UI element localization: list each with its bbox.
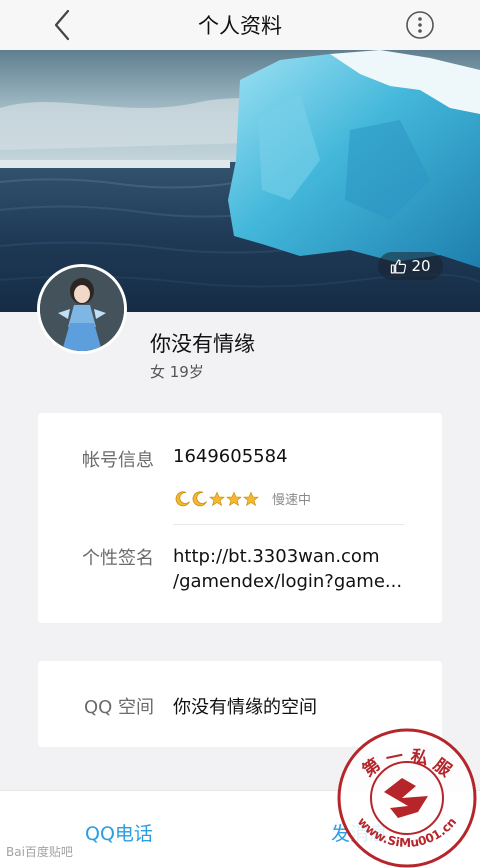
qq-space-label: QQ 空间 <box>83 697 154 718</box>
account-label: 帐号信息 <box>82 450 154 471</box>
avatar-image <box>40 267 124 351</box>
account-number[interactable]: 1649605584 <box>173 446 288 467</box>
level-status: 慢速中 <box>272 493 312 508</box>
more-button[interactable] <box>405 10 435 40</box>
baidu-watermark: Bai百度贴吧 <box>6 845 73 859</box>
profile-name: 你没有情缘 <box>150 332 255 356</box>
like-count: 20 <box>411 257 431 275</box>
profile-gender-age: 女 19岁 <box>150 363 204 381</box>
moon-icon <box>175 491 190 506</box>
chevron-left-icon <box>54 9 70 41</box>
back-button[interactable] <box>44 6 80 44</box>
star-icon <box>226 490 242 506</box>
moon-icon <box>192 491 207 506</box>
more-dots-icon <box>406 11 434 39</box>
qq-call-button[interactable]: QQ电话 <box>85 819 153 846</box>
signature-label: 个性签名 <box>82 548 154 569</box>
divider <box>173 524 404 525</box>
seal-watermark-icon: 第 一 私 服 www.SiMu001.cn <box>337 728 477 868</box>
top-nav-bar: 个人资料 <box>0 0 480 50</box>
signature-text[interactable]: http://bt.3303wan.com /gamendex/login?ga… <box>173 544 409 594</box>
star-icon <box>209 490 225 506</box>
avatar[interactable] <box>37 264 127 354</box>
like-button[interactable]: 20 <box>378 252 443 280</box>
signature-line-2: /gamendex/login?game... <box>173 571 403 592</box>
star-icon <box>243 490 259 506</box>
account-info-card: 帐号信息 1649605584 慢速中 个性签名 http://bt.3303w… <box>38 413 442 623</box>
thumb-up-icon <box>391 259 407 273</box>
level-indicator[interactable]: 慢速中 <box>175 489 311 508</box>
qq-space-value: 你没有情缘的空间 <box>173 697 317 718</box>
signature-line-1: http://bt.3303wan.com <box>173 546 380 567</box>
